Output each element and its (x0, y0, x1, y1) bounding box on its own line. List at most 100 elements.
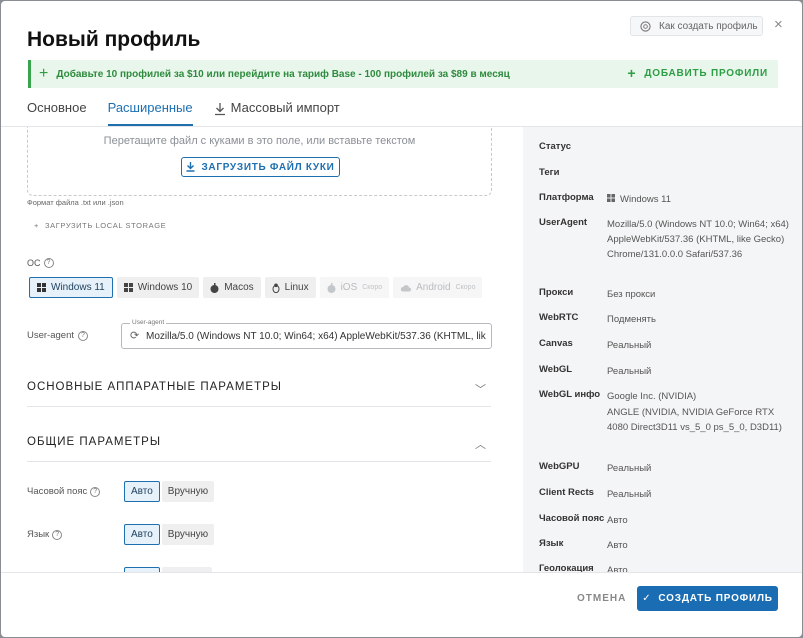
cancel-button[interactable]: ОТМЕНА (577, 593, 626, 604)
tab-basic[interactable]: Основное (27, 100, 87, 128)
chevron-up-icon: ︿ (475, 439, 487, 451)
summary-row-status: Статус (539, 141, 799, 152)
os-option-label: Linux (284, 282, 309, 293)
summary-value: Авто (607, 515, 628, 526)
summary-row-timezone: Часовой пояс Авто (539, 513, 799, 528)
summary-value: Реальный (607, 340, 652, 351)
os-option-label: Windows 11 (51, 282, 105, 293)
create-profile-button[interactable]: ✓ СОЗДАТЬ ПРОФИЛЬ (637, 586, 778, 611)
apple-icon (327, 282, 336, 293)
summary-value: Реальный (607, 463, 652, 474)
download-icon (186, 162, 195, 172)
help-icon[interactable]: ? (78, 330, 88, 341)
summary-key: Часовой пояс (539, 513, 605, 524)
tab-basic-label: Основное (27, 100, 87, 115)
add-profiles-label: ДОБАВИТЬ ПРОФИЛИ (644, 67, 768, 79)
summary-key: Платформа (539, 192, 594, 203)
plus-icon: + (627, 65, 637, 81)
page-title: Новый профиль (27, 28, 201, 51)
summary-row-webgl: WebGL Реальный (539, 364, 799, 379)
summary-value: Авто (607, 565, 628, 572)
summary-key: Прокси (539, 287, 574, 298)
general-section-title: ОБЩИЕ ПАРАМЕТРЫ (27, 436, 162, 448)
summary-row-client-rects: Client Rects Реальный (539, 487, 799, 502)
summary-key: WebGL инфо (539, 389, 601, 400)
summary-value: Авто (607, 540, 628, 551)
language-auto-option[interactable]: Авто (124, 524, 160, 545)
footer-divider (1, 572, 802, 573)
summary-value: Google Inc. (NVIDIA) (607, 391, 697, 402)
banner-text: Добавьте 10 профилей за $10 или перейдит… (56, 68, 510, 80)
user-agent-field[interactable]: User-agent ⟳ Mozilla/5.0 (Windows NT 10.… (121, 319, 492, 349)
summary-value (607, 141, 792, 152)
settings-panel[interactable]: Перетащите файл с куками в это поле, или… (1, 127, 521, 572)
user-agent-value: Mozilla/5.0 (Windows NT 10.0; Win64; x64… (146, 331, 486, 342)
timezone-label-text: Часовой пояс (27, 486, 88, 497)
cookie-dropzone[interactable]: Перетащите файл с куками в это поле, или… (27, 127, 492, 196)
summary-row-webrtc: WebRTC Подменять (539, 312, 799, 327)
download-icon (214, 103, 225, 116)
os-option-windows-10[interactable]: Windows 10 (116, 277, 200, 298)
os-label: ОС ? (27, 258, 54, 268)
timezone-auto-option[interactable]: Авто (124, 481, 160, 502)
summary-key: Canvas (539, 338, 573, 349)
platform-value: Windows 11 (620, 194, 672, 205)
tab-advanced-label: Расширенные (107, 100, 193, 115)
os-label-text: ОС (27, 258, 41, 268)
windows-icon (607, 194, 615, 202)
hardware-section-header[interactable]: ОСНОВНЫЕ АППАРАТНЫЕ ПАРАМЕТРЫ ﹀ (27, 381, 491, 407)
plus-icon: + (39, 65, 49, 82)
summary-row-webgl-renderer: ANGLE (NVIDIA, NVIDIA GeForce RTX 4080 D… (539, 405, 799, 435)
timezone-toggle: Авто Вручную (124, 481, 215, 502)
summary-row-useragent: UserAgent Mozilla/5.0 (Windows NT 10.0; W… (539, 217, 799, 262)
user-agent-label: User-agent ? (27, 330, 88, 341)
soon-badge: Скоро (455, 284, 476, 291)
os-option-windows-11[interactable]: Windows 11 (29, 277, 113, 298)
summary-row-language: Язык Авто (539, 538, 799, 553)
summary-key (539, 405, 607, 435)
upload-local-storage-label: ЗАГРУЗИТЬ LOCAL STORAGE (44, 221, 167, 230)
summary-key: Статус (539, 141, 572, 152)
upload-cookie-label: ЗАГРУЗИТЬ ФАЙЛ КУКИ (201, 161, 335, 173)
general-section-header[interactable]: ОБЩИЕ ПАРАМЕТРЫ ︿ (27, 436, 491, 462)
summary-value: Реальный (607, 366, 652, 377)
os-option-android: Android Скоро (393, 277, 483, 298)
summary-row-platform: Платформа Windows 11 (539, 192, 799, 207)
upload-local-storage-button[interactable]: + ЗАГРУЗИТЬ LOCAL STORAGE (34, 221, 166, 230)
upgrade-banner: + Добавьте 10 профилей за $10 или перейд… (28, 60, 778, 88)
os-option-linux[interactable]: Linux (264, 277, 316, 298)
os-option-macos[interactable]: Macos (203, 277, 261, 298)
os-option-label: Windows 10 (137, 282, 193, 293)
help-icon[interactable]: ? (90, 486, 101, 497)
add-profiles-button[interactable]: + ДОБАВИТЬ ПРОФИЛИ (627, 65, 768, 81)
summary-key: Client Rects (539, 487, 594, 498)
linux-icon (272, 283, 280, 293)
close-icon[interactable]: × (774, 17, 783, 33)
summary-value: Mozilla/5.0 (Windows NT 10.0; Win64; x64… (607, 219, 789, 260)
help-icon[interactable]: ? (52, 529, 63, 540)
language-manual-option[interactable]: Вручную (161, 524, 215, 545)
help-circle-icon (640, 20, 651, 32)
os-option-label: iOS (340, 282, 358, 293)
tab-bar: Основное Расширенные Массовый импорт (27, 100, 361, 128)
cloud-icon (400, 284, 412, 291)
dropzone-text: Перетащите файл с куками в это поле, или… (103, 135, 416, 147)
summary-value: ANGLE (NVIDIA, NVIDIA GeForce RTX 4080 D… (607, 407, 782, 433)
os-selector: Windows 11 Windows 10 Macos Linux iOS Ск… (29, 277, 483, 298)
tab-bulk-import-label: Массовый импорт (230, 100, 340, 115)
timezone-manual-option[interactable]: Вручную (161, 481, 215, 502)
refresh-icon[interactable]: ⟳ (130, 330, 139, 342)
summary-key: Геолокация (539, 563, 594, 572)
summary-row-geolocation: Геолокация Авто (539, 563, 799, 572)
new-profile-dialog: Как создать профиль × Новый профиль + До… (1, 1, 802, 637)
help-icon[interactable]: ? (43, 258, 54, 268)
upload-cookie-button[interactable]: ЗАГРУЗИТЬ ФАЙЛ КУКИ (181, 157, 340, 177)
user-agent-legend: User-agent (130, 319, 167, 326)
summary-key: WebGL (539, 364, 573, 375)
how-to-create-button[interactable]: Как создать профиль (630, 16, 763, 36)
plus-icon: + (34, 221, 39, 230)
summary-key: WebGPU (539, 461, 580, 472)
tab-advanced[interactable]: Расширенные (107, 100, 193, 128)
summary-row-webgl-info: WebGL инфо Google Inc. (NVIDIA) (539, 389, 799, 404)
tab-bulk-import[interactable]: Массовый импорт (214, 100, 340, 128)
